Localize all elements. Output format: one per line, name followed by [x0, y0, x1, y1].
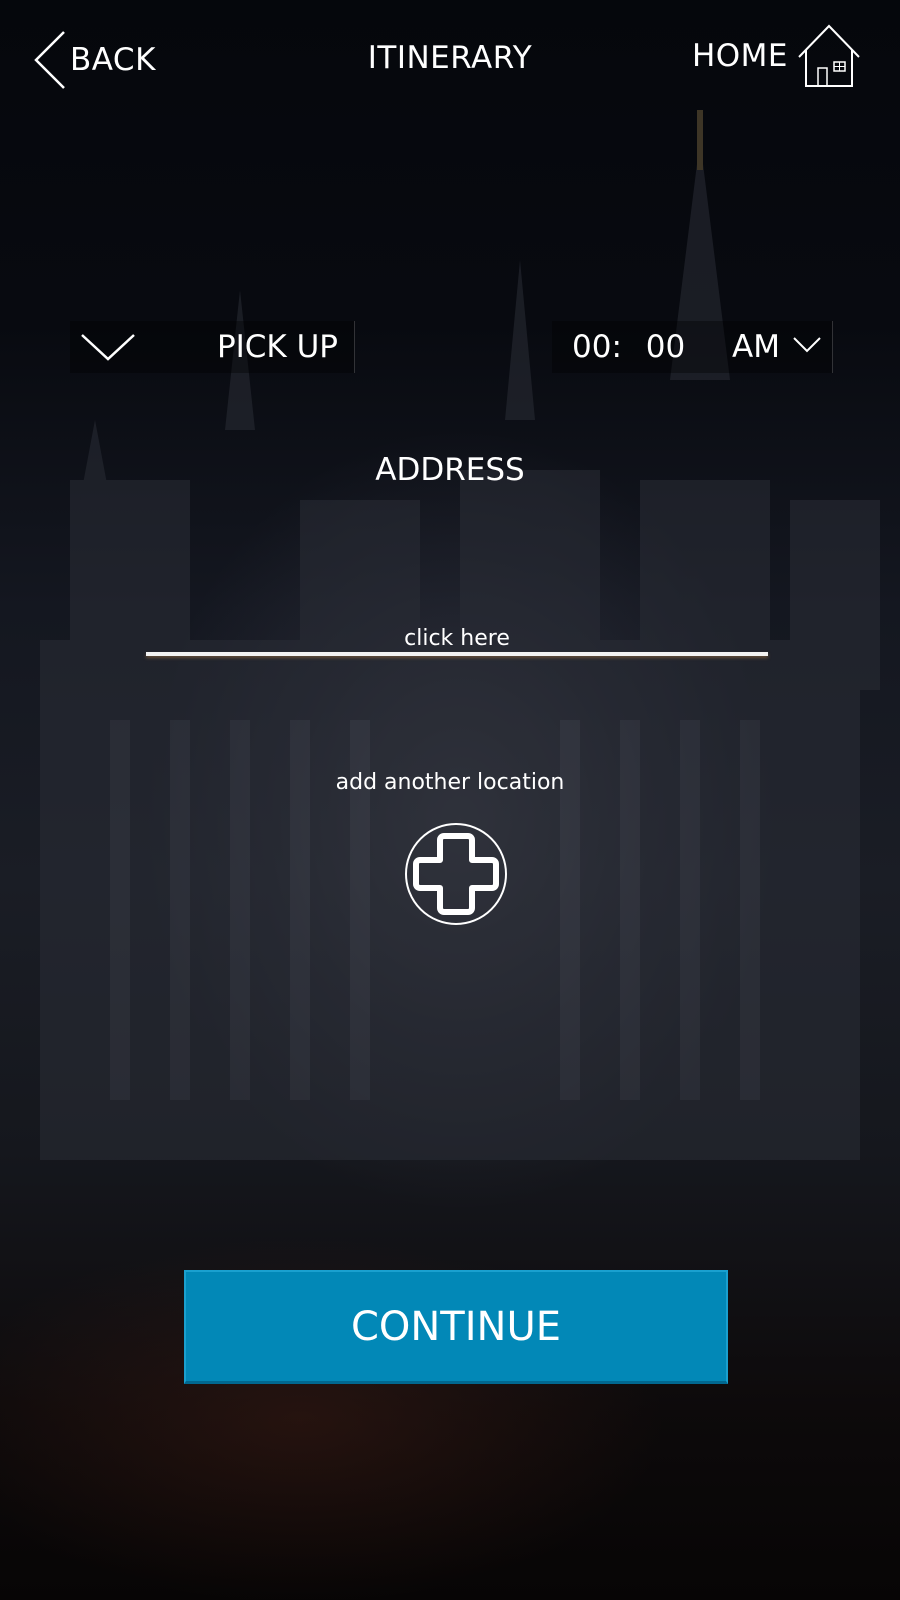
time-value: 00: 00: [572, 329, 686, 365]
chevron-down-icon: [793, 337, 821, 353]
pickup-type-dropdown[interactable]: PICK UP: [70, 321, 355, 373]
house-icon: [798, 24, 860, 87]
pickup-type-label: PICK UP: [216, 329, 338, 365]
plus-circle-icon: [405, 823, 507, 925]
add-location-label: add another location: [335, 770, 565, 795]
address-underline: [146, 652, 768, 656]
continue-button[interactable]: CONTINUE: [184, 1270, 728, 1384]
address-heading: ADDRESS: [375, 452, 525, 488]
ampm-label: AM: [732, 329, 780, 365]
add-location-button[interactable]: [404, 822, 508, 926]
pickup-time-dropdown[interactable]: 00: 00 AM: [552, 321, 833, 373]
home-button[interactable]: HOME: [692, 24, 860, 88]
itinerary-screen: BACK ITINERARY HOME PICK UP 00: 00 AM AD…: [0, 0, 900, 1600]
chevron-down-icon: [81, 334, 135, 361]
home-label: HOME: [691, 38, 788, 74]
